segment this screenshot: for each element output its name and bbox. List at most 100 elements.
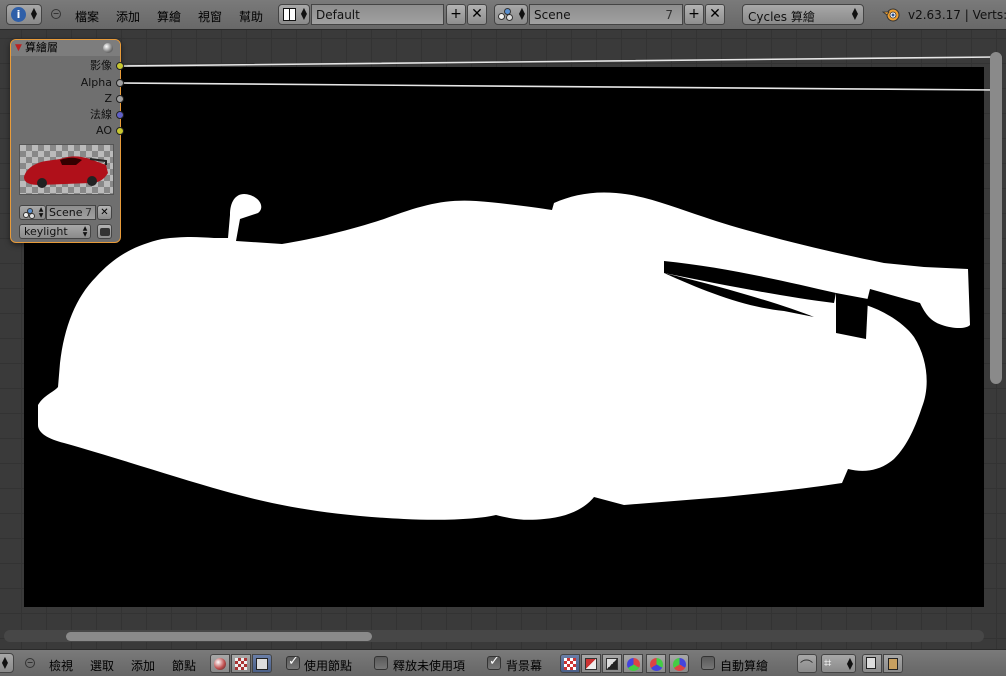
screen-layout-selector[interactable]: ▲ ▼ (278, 4, 310, 25)
color-green-icon (650, 658, 663, 671)
output-socket-normal[interactable] (116, 111, 124, 119)
menu-window[interactable]: 視窗 (198, 8, 222, 25)
output-socket-alpha[interactable] (116, 79, 124, 87)
shader-nodes-button[interactable] (210, 654, 230, 673)
chevron-updown-icon: ▲ ▼ (300, 6, 308, 21)
scene-icon (23, 208, 35, 219)
output-alpha: Alpha (81, 76, 112, 90)
render-engine-label: Cycles 算繪 (748, 10, 815, 24)
menu-add[interactable]: 添加 (116, 8, 140, 25)
snap-toggle-button[interactable]: ⌒ (797, 654, 817, 675)
backdrop-rgb-alpha-button[interactable] (560, 654, 580, 673)
output-socket-z[interactable] (116, 95, 124, 103)
editor-type-button[interactable]: ▲ ▼ (0, 653, 14, 673)
snap-element-dropdown[interactable]: ⌗ ▲ ▼ (821, 654, 856, 673)
texture-nodes-button[interactable] (231, 654, 251, 673)
node-header[interactable]: ▼ 算繪層 (11, 40, 120, 56)
free-unused-label: 釋放未使用項 (393, 659, 466, 673)
menu-select[interactable]: 選取 (90, 657, 114, 674)
screen-layout-name-field[interactable]: Default (311, 4, 444, 25)
node-editor-canvas[interactable]: ▼ 算繪層 影像 Alpha Z 法線 AO ▲ ▼ Scene 7 ✕ key… (0, 30, 1006, 649)
material-sphere-icon (214, 658, 226, 670)
car-alpha-silhouette (38, 192, 970, 520)
magnet-icon: ⌒ (800, 660, 814, 675)
plus-icon: + (450, 6, 462, 22)
texture-checker-icon (235, 658, 247, 670)
checkmark-icon: ✓ (288, 654, 299, 669)
close-icon: ✕ (709, 6, 721, 22)
free-unused-checkbox[interactable] (374, 656, 388, 670)
output-label: Alpha (80, 76, 112, 89)
output-socket-image[interactable] (116, 62, 124, 70)
compositing-nodes-button[interactable] (252, 654, 272, 673)
output-socket-ao[interactable] (116, 127, 124, 135)
info-icon: i (11, 7, 26, 22)
collapse-menu-icon[interactable]: − (25, 658, 35, 668)
chevron-updown-icon: ▲ ▼ (30, 6, 38, 21)
scene-user-count: 7 (665, 8, 673, 22)
preview-toggle-icon[interactable] (103, 43, 113, 53)
car-preview-image (24, 156, 108, 188)
menu-render[interactable]: 算繪 (157, 8, 181, 25)
node-scene-unlink-button[interactable]: ✕ (97, 205, 112, 220)
copy-icon (866, 657, 876, 669)
camera-icon (100, 228, 110, 236)
info-header: i ▲ ▼ − 檔案 添加 算繪 視窗 幫助 ▲ ▼ Default + ✕ ▲ ▼ … (0, 0, 1006, 30)
backdrop-alpha-button[interactable] (602, 654, 622, 673)
chevron-updown-icon: ▲ ▼ (38, 206, 44, 219)
node-links (120, 56, 997, 91)
scene-name-field[interactable]: Scene 7 (529, 4, 683, 25)
auto-render-checkbox[interactable] (701, 656, 715, 670)
output-label: AO (96, 124, 112, 137)
node-scene-field[interactable]: Scene 7 (46, 205, 96, 220)
plus-icon: + (688, 6, 700, 22)
snap-grid-icon: ⌗ (824, 656, 832, 671)
copy-nodes-button[interactable] (862, 654, 882, 673)
vertical-scrollbar[interactable] (990, 52, 1002, 384)
chevron-updown-icon: ▲ ▼ (518, 6, 526, 21)
backdrop-rgb-button[interactable] (581, 654, 601, 673)
editor-type-button[interactable]: i ▲ ▼ (6, 4, 42, 25)
backdrop-image (24, 67, 984, 607)
menu-file[interactable]: 檔案 (75, 8, 99, 25)
output-label: Z (104, 92, 112, 105)
checker-icon (564, 658, 576, 670)
menu-node[interactable]: 節點 (172, 657, 196, 674)
node-scene-selector[interactable]: ▲ ▼ (19, 205, 46, 220)
render-layers-node[interactable]: ▼ 算繪層 影像 Alpha Z 法線 AO ▲ ▼ Scene 7 ✕ key… (10, 39, 124, 243)
blender-logo-icon (881, 6, 900, 22)
scene-selector[interactable]: ▲ ▼ (494, 4, 528, 25)
output-label: 法線 (90, 108, 112, 121)
layout-grid-icon (283, 8, 296, 21)
paste-icon (888, 658, 898, 670)
horizontal-scrollbar-thumb[interactable] (66, 632, 372, 641)
image-rgb-icon (585, 658, 597, 670)
render-layer-dropdown[interactable]: keylight ▲ ▼ (19, 224, 91, 239)
menu-help[interactable]: 幫助 (239, 8, 263, 25)
backdrop-blue-button[interactable] (669, 654, 689, 673)
render-layer-button[interactable] (97, 224, 112, 239)
horizontal-scrollbar-track[interactable] (4, 630, 984, 642)
delete-screen-button[interactable]: ✕ (467, 4, 487, 25)
use-nodes-checkbox[interactable]: ✓ (286, 654, 300, 670)
checkmark-icon: ✓ (489, 654, 500, 669)
backdrop-label: 背景幕 (506, 659, 543, 673)
add-scene-button[interactable]: + (684, 4, 704, 25)
backdrop-green-button[interactable] (646, 654, 666, 673)
use-nodes-label: 使用節點 (304, 659, 353, 673)
paste-nodes-button[interactable] (883, 654, 903, 673)
render-result-icon (256, 658, 268, 670)
menu-add[interactable]: 添加 (131, 657, 155, 674)
output-ao: AO (96, 124, 112, 138)
collapse-menu-icon[interactable]: − (51, 9, 61, 19)
backdrop-checkbox[interactable]: ✓ (487, 654, 501, 670)
close-icon: ✕ (471, 6, 483, 22)
render-engine-dropdown[interactable]: Cycles 算繪 ▲ ▼ (742, 4, 864, 25)
add-screen-button[interactable]: + (446, 4, 466, 25)
delete-scene-button[interactable]: ✕ (705, 4, 725, 25)
color-blue-icon (673, 658, 686, 671)
menu-view[interactable]: 檢視 (49, 657, 73, 674)
backdrop-red-button[interactable] (623, 654, 643, 673)
collapse-triangle-icon[interactable]: ▼ (15, 40, 22, 56)
close-icon: ✕ (100, 207, 109, 218)
